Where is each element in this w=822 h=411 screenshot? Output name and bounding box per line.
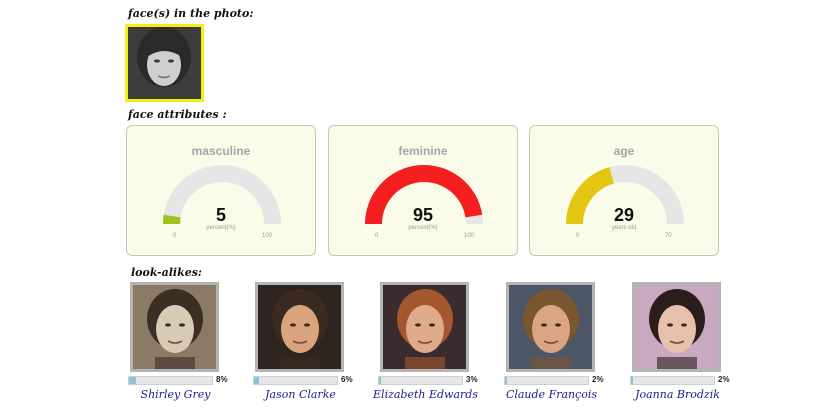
match-bar: [378, 376, 463, 385]
gauge-value: 29: [613, 205, 635, 225]
face-photo: [128, 27, 201, 99]
lookalike-item[interactable]: 6% Jason Clarke: [253, 282, 368, 407]
match-bar-fill: [254, 377, 259, 384]
gauge-min-label: 0: [576, 233, 580, 239]
lookalike-item[interactable]: 2% Joanna Brodzik: [630, 282, 745, 407]
lookalike-face-image: [258, 285, 341, 369]
match-bar-fill: [505, 377, 507, 384]
gauge-max-label: 100: [464, 233, 475, 239]
lookalike-photo[interactable]: [506, 282, 595, 372]
gauge-value: 5: [215, 205, 226, 225]
match-percent: 2%: [592, 375, 604, 384]
match-bar-fill: [379, 377, 382, 384]
gauge-card-feminine: feminine 95 percent(%) 0 100: [328, 125, 518, 256]
lookalike-name-link[interactable]: Jason Clarke: [233, 388, 368, 401]
gauge-max-label: 100: [262, 233, 273, 239]
match-percent: 6%: [341, 375, 353, 384]
match-bar: [630, 376, 715, 385]
lookalike-face-image: [133, 285, 216, 369]
gauge-max-label: 70: [665, 233, 672, 239]
lookalike-name-link[interactable]: Elizabeth Edwards: [358, 388, 493, 401]
gauge-unit: years old: [611, 225, 637, 231]
lookalike-item[interactable]: 3% Elizabeth Edwards: [373, 282, 493, 407]
match-bar: [504, 376, 589, 385]
lookalike-photo[interactable]: [255, 282, 344, 372]
gauge-title: feminine: [398, 144, 448, 158]
gauge-value: 95: [412, 205, 434, 225]
lookalike-face-image: [635, 285, 718, 369]
gauge-card-age: age 29 years old 0 70: [529, 125, 719, 256]
lookalike-photo[interactable]: [130, 282, 219, 372]
match-percent: 2%: [718, 375, 730, 384]
lookalike-name-link[interactable]: Claude François: [484, 388, 619, 401]
faces-heading: face(s) in the photo:: [128, 7, 254, 20]
lookalike-face-image: [383, 285, 466, 369]
match-bar-fill: [631, 377, 633, 384]
match-bar: [128, 376, 213, 385]
attributes-heading: face attributes :: [128, 108, 227, 121]
gauge-unit: percent(%): [408, 225, 438, 231]
lookalike-item[interactable]: 8% Shirley Grey: [128, 282, 243, 407]
lookalike-face-image: [509, 285, 592, 369]
gauge-title: masculine: [191, 144, 251, 158]
gauge-min-label: 0: [375, 233, 379, 239]
match-bar: [253, 376, 338, 385]
lookalike-item[interactable]: 2% Claude François: [504, 282, 619, 407]
lookalikes-heading: look-alikes:: [131, 266, 202, 279]
lookalike-name-link[interactable]: Shirley Grey: [108, 388, 243, 401]
lookalike-photo[interactable]: [632, 282, 721, 372]
gauge-unit: percent(%): [206, 225, 236, 231]
match-bar-fill: [129, 377, 136, 384]
lookalike-photo[interactable]: [380, 282, 469, 372]
gauge-card-masculine: masculine 5 percent(%) 0 100: [126, 125, 316, 256]
gauge-title: age: [613, 144, 635, 158]
detected-face-thumbnail[interactable]: [125, 24, 204, 102]
lookalike-name-link[interactable]: Joanna Brodzik: [610, 388, 745, 401]
match-percent: 8%: [216, 375, 228, 384]
gauge-min-label: 0: [173, 233, 177, 239]
match-percent: 3%: [466, 375, 478, 384]
